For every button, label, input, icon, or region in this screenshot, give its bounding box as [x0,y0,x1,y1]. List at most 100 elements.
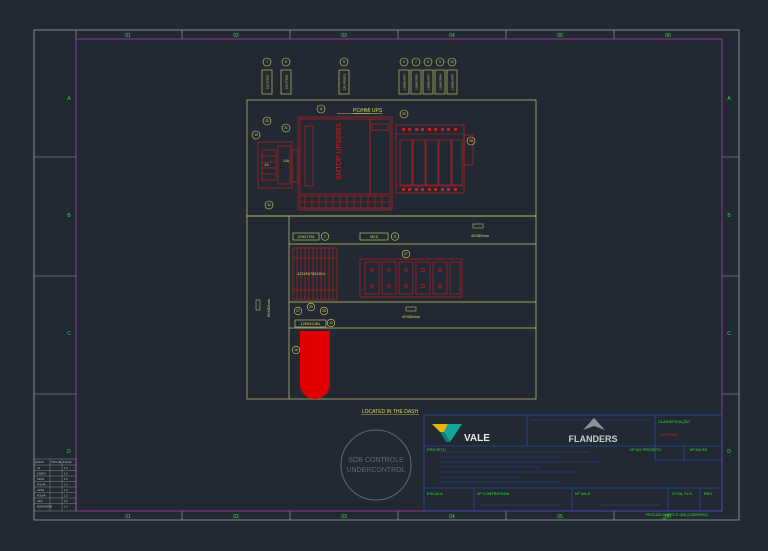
n-vale: Nº VALE [575,491,591,496]
rev-row-5: A3/A4 [37,488,45,492]
rev-row-2: CAPA A [37,472,46,476]
rev-header-1: QUANT. [35,460,45,464]
balloon-10-top-num: 10 [450,60,454,64]
dim-side: 60X80mm [266,298,271,317]
rev-row-4: FOLHA [37,483,46,487]
dim-lower: 40X60mm [402,314,421,319]
interna: INTERNA [660,432,678,437]
rev-row-1: A1 [37,466,41,470]
balloon-7-top-num: 7 [266,60,268,64]
balloon-21: 21 [284,126,288,130]
balloon-9-top-num: 9 [343,60,345,64]
ups-label: SMTDP UPS600S [336,123,343,180]
relay-text-3: 1SLVPSG11 [343,73,347,90]
doc-sub: 06 [662,517,666,521]
title-block-grid [423,414,723,512]
balloon-16: 16 [294,348,298,352]
watermark-stamp [340,429,412,501]
balloon-19: 19 [254,133,258,137]
relay-text-7: 1ZMGC0R4 [439,74,443,90]
drawing-sheet: 01 02 03 04 05 06 01 02 03 04 05 06 A B … [33,29,740,521]
balloon-22: 22 [265,119,269,123]
terminal-label: 12M01TB1 [297,235,315,239]
top-relay-texts: 1SL0TEB1 1SL0TEB1 1SLVPSG11 1ZMGC0R1 1ZM… [266,73,455,90]
located-in-the-dash: LOCATED IN THE DASH [362,409,419,415]
zone-col-03-top: 03 [341,33,347,39]
balloon-7b-top-num: 7 [415,60,417,64]
rev-row-3: A2/A3 [37,477,45,481]
rev-header-2: TIPO DE [51,460,62,464]
total-fls: TOTAL FLS. [671,491,693,496]
rev-row-7: A4/A [37,499,43,503]
relay-text-5: 1ZMGC0R2 [415,74,419,90]
zone-col-03-bottom: 03 [341,514,347,520]
panel-upper [246,99,537,217]
zone-col-01-bottom: 01 [125,514,131,520]
rev: REV [704,491,713,496]
balloon-8-top-num: 8 [285,60,287,64]
balloon-30: 30 [267,203,271,207]
zone-row-b-right: B [727,213,731,219]
n-contratada: Nº CONTRATADA [477,491,510,496]
zone-col-02-top: 02 [233,33,239,39]
rev-row-7-v: 1.0 [64,499,68,503]
zone-row-a-right: A [727,96,731,102]
rev-row-8: MONTAGEM [37,505,52,509]
zone-col-01-top: 01 [125,33,131,39]
left-balloons [251,104,409,210]
classificacao: CLASSIFICAÇÃO [658,419,690,424]
dim-upper: 40X80mm [471,233,490,238]
relay-text-4: 1ZMGC0R1 [403,74,407,90]
zone-row-d-left: D [67,449,71,455]
relay-text-2: 1SL0TEB1 [285,74,289,89]
connector-label: 12M01CJB1 [301,322,321,326]
left-balloon-nums: 22 21 19 30 11 20 [254,107,406,207]
escala: ESCALA [427,491,443,496]
dim-upper-tag [472,223,484,229]
rev-header-3: FOLHA [63,460,72,464]
balloon-11b: 11 [393,235,397,239]
balloon-29: 29 [309,305,313,309]
panel-title: PC/HMI UPS [353,108,383,114]
rev-row-8-v: 1.0 [64,505,68,509]
balloon-26: 26 [469,139,473,143]
relay-text-8: 1ZMGC0R5 [451,74,455,90]
panel-lower [246,215,537,400]
rev-row-3-v: 1.0 [64,477,68,481]
doc-number: PR-E-022 ANEXO E (A3) (CADERNO) [646,513,708,517]
relay-terminal-block [395,124,474,194]
balloon-28: 28 [322,309,326,313]
zone-row-c-left: C [67,331,71,337]
rev-row-4-v: 1.0 [64,483,68,487]
balloon-9b-top-num: 9 [439,60,441,64]
vale-logo-text: VALE [464,433,490,444]
label-10a: 10A [283,159,290,163]
relay-text-1: 1SL0TEB1 [266,74,270,89]
balloon-27: 27 [296,309,300,313]
zone-col-06-top: 06 [665,33,671,39]
terminal-numbers: 1234567891011 [297,273,325,277]
balloon-2: 2 [324,235,326,239]
revision-table-text: QUANT. TIPO DE FOLHA A1 1.0 CAPA A 1.0 A… [35,460,72,509]
n-do-projeto: Nº DO PROJETO [630,447,661,452]
balloon-20: 20 [402,112,406,116]
rev-row-1-v: 1.0 [64,466,68,470]
watermark-line1: SOB CONTROLE [348,457,404,464]
zone-row-c-right: C [727,331,731,337]
rev-row-5-v: 1.0 [64,488,68,492]
rev-row-6: FOLHA [37,494,46,498]
label-13: 13 [264,162,269,167]
relay-text-6: 1ZMGC0R3 [427,74,431,90]
relay-board [359,258,463,298]
zone-row-b-left: B [67,213,71,219]
dim-side-tag [255,299,261,311]
zone-col-05-top: 05 [557,33,563,39]
zone-col-04-bottom: 04 [449,514,455,520]
ups-unit [297,116,393,211]
relay-contacts [402,128,457,191]
vale-logo [432,424,462,442]
balloon-13b: 13 [329,321,333,325]
zone-col-02-bottom: 02 [233,514,239,520]
zone-col-05-bottom: 05 [557,514,563,520]
balloon-6b-top-num: 6 [403,60,405,64]
